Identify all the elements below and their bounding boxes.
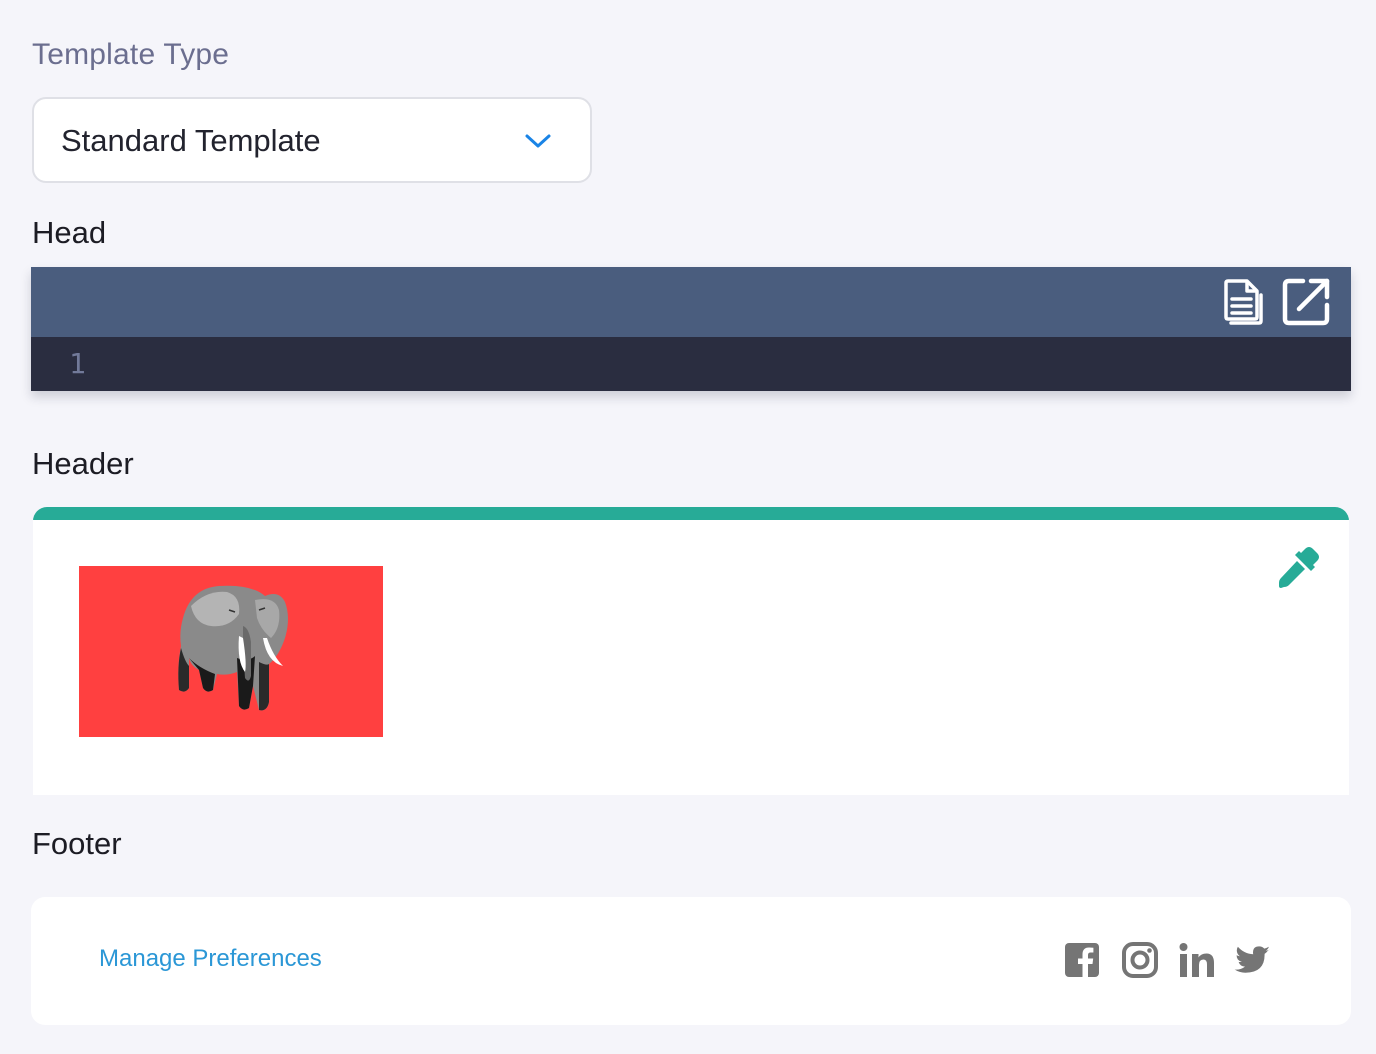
open-external-icon [1282, 278, 1330, 326]
instagram-icon [1122, 942, 1158, 978]
footer-section-title: Footer [32, 826, 122, 861]
chevron-down-icon [525, 134, 551, 148]
document-copy-icon [1224, 279, 1263, 325]
twitter-icon [1234, 946, 1270, 973]
footer-preview-card: Manage Preferences [31, 897, 1351, 1025]
header-accent-bar [33, 507, 1349, 520]
linkedin-icon [1179, 943, 1214, 977]
copy-button[interactable] [1215, 275, 1267, 327]
manage-preferences-link[interactable]: Manage Preferences [99, 945, 322, 973]
expand-editor-button[interactable] [1281, 275, 1333, 327]
header-logo-image[interactable] [79, 566, 383, 737]
editor-toolbar [31, 267, 1351, 337]
line-number: 1 [69, 347, 86, 380]
header-preview-card [33, 507, 1349, 795]
head-code-editor[interactable]: 1 [31, 267, 1351, 391]
elephant-logo-image [178, 585, 288, 711]
eyedropper-icon[interactable] [1277, 545, 1321, 589]
instagram-link[interactable] [1121, 941, 1159, 979]
template-type-select[interactable]: Standard Template [32, 97, 592, 183]
head-section-title: Head [32, 215, 107, 250]
template-type-label: Template Type [32, 38, 230, 71]
editor-code-area[interactable]: 1 [31, 337, 1351, 391]
template-settings-page: Template Type Standard Template Head 1 H… [0, 0, 1376, 1054]
facebook-icon [1065, 943, 1099, 977]
facebook-link[interactable] [1063, 941, 1101, 979]
header-section-title: Header [32, 446, 134, 481]
linkedin-link[interactable] [1178, 941, 1216, 979]
twitter-link[interactable] [1234, 941, 1272, 979]
template-type-selected-value: Standard Template [61, 123, 321, 158]
